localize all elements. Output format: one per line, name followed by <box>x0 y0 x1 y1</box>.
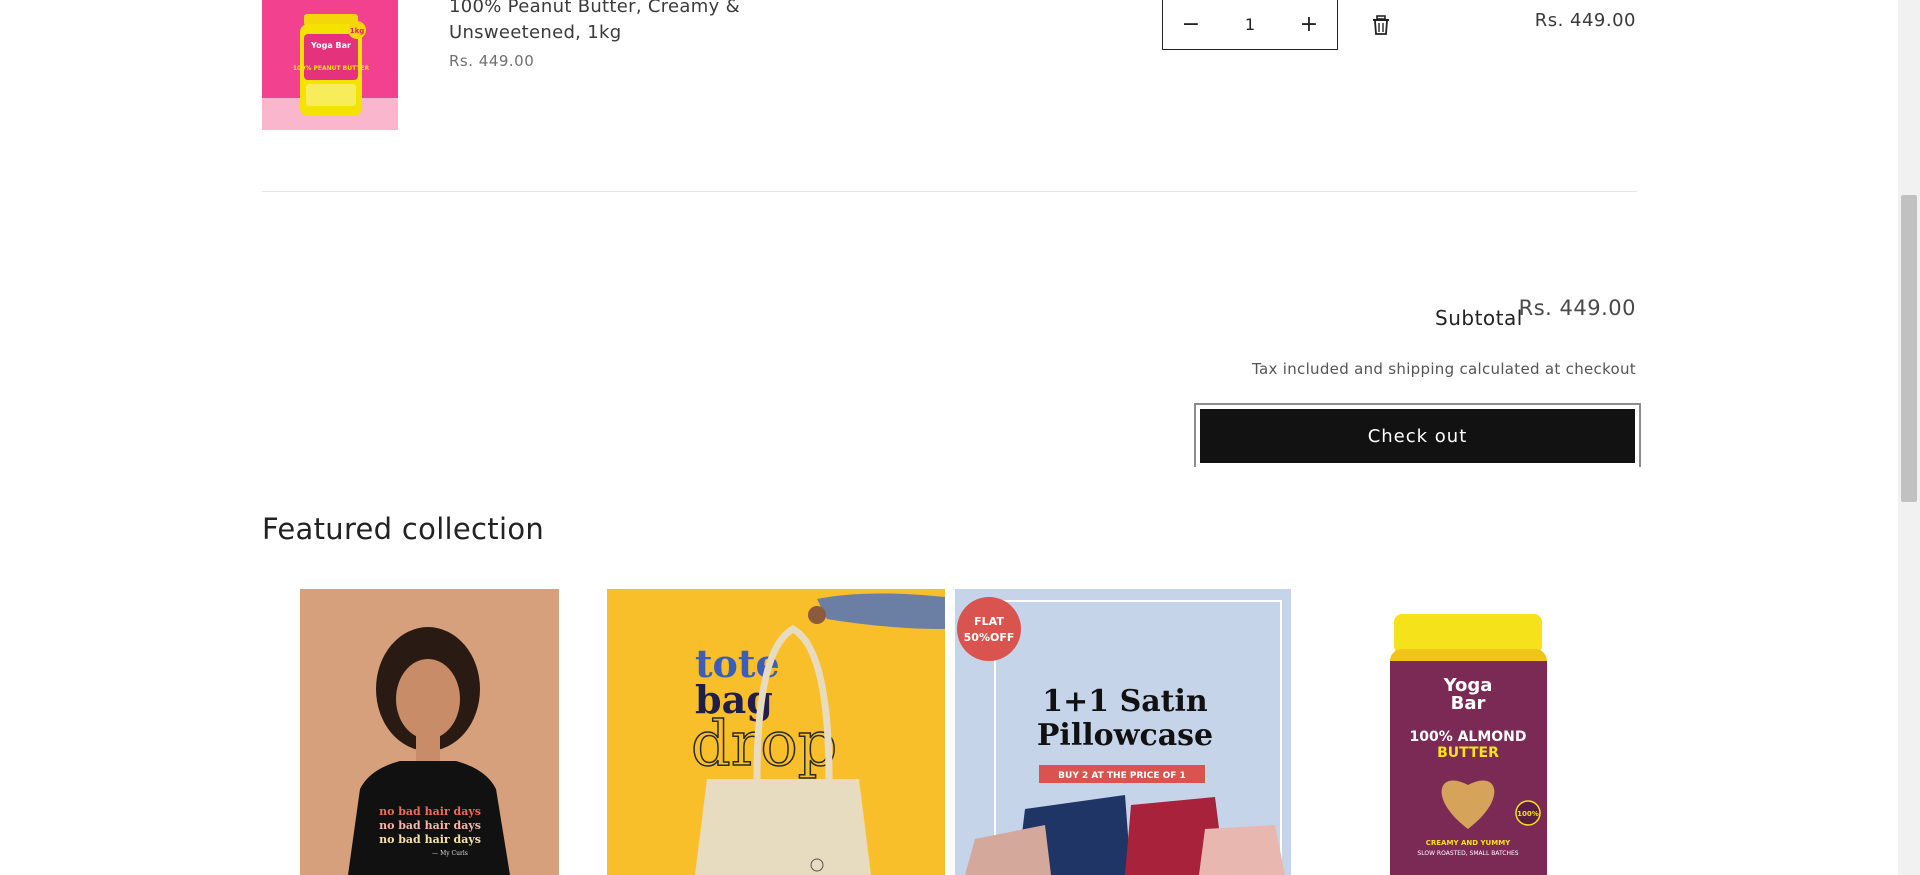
line-item-total: Rs. 449.00 <box>1534 10 1636 31</box>
svg-text:1+1 Satin: 1+1 Satin <box>1042 684 1208 719</box>
scrollbar-thumb[interactable] <box>1901 195 1917 502</box>
svg-text:no bad hair days: no bad hair days <box>379 833 481 846</box>
peanut-butter-jar-image: Yoga Bar 100% PEANUT BUTTER 1kg <box>262 0 398 130</box>
svg-text:100% ALMOND: 100% ALMOND <box>1409 729 1526 745</box>
product-card-tshirt[interactable]: no bad hair days no bad hair days no bad… <box>300 589 559 875</box>
svg-text:— My Curls: — My Curls <box>432 850 468 857</box>
product-card-almond-butter[interactable]: Yoga Bar 100% ALMOND BUTTER CREAMY AND Y… <box>1388 589 1549 875</box>
subtotal-label: Subtotal <box>1435 306 1523 330</box>
tote-bag-image: tote bag drop <box>607 589 945 875</box>
svg-text:BUTTER: BUTTER <box>1437 745 1499 761</box>
svg-text:no bad hair days: no bad hair days <box>379 819 481 832</box>
product-card-tote-bag[interactable]: tote bag drop <box>607 589 945 875</box>
product-card-satin-pillowcase[interactable]: FLAT 50%OFF 1+1 Satin Pillowcase BUY 2 A… <box>955 589 1291 875</box>
svg-text:50%OFF: 50%OFF <box>964 631 1015 644</box>
svg-text:CREAMY AND YUMMY: CREAMY AND YUMMY <box>1426 839 1511 847</box>
svg-text:drop: drop <box>691 707 837 780</box>
checkout-focus-ring: Check out <box>1194 403 1641 467</box>
cart-divider <box>262 191 1637 192</box>
product-title-link[interactable]: 100% Peanut Butter, Creamy & Unsweetened… <box>449 0 779 46</box>
remove-item-button[interactable] <box>1370 14 1392 36</box>
checkout-button[interactable]: Check out <box>1200 409 1635 463</box>
svg-text:FLAT: FLAT <box>974 615 1004 628</box>
svg-text:Bar: Bar <box>1451 693 1486 714</box>
product-thumbnail[interactable]: Yoga Bar 100% PEANUT BUTTER 1kg <box>262 0 398 130</box>
featured-collection-heading: Featured collection <box>262 512 545 546</box>
tax-shipping-note: Tax included and shipping calculated at … <box>1252 360 1636 378</box>
svg-text:100% PEANUT BUTTER: 100% PEANUT BUTTER <box>293 65 370 72</box>
svg-text:Pillowcase: Pillowcase <box>1037 718 1213 753</box>
vertical-scrollbar[interactable] <box>1898 0 1920 875</box>
svg-text:1kg: 1kg <box>350 27 365 35</box>
product-unit-price: Rs. 449.00 <box>449 52 535 70</box>
svg-text:BUY 2 AT THE PRICE OF 1: BUY 2 AT THE PRICE OF 1 <box>1058 771 1186 781</box>
svg-text:Yoga Bar: Yoga Bar <box>310 41 351 50</box>
trash-icon <box>1373 15 1389 35</box>
svg-text:no bad hair days: no bad hair days <box>379 805 481 818</box>
quantity-input[interactable]: 1 <box>1245 15 1255 34</box>
cart-page: Yoga Bar 100% PEANUT BUTTER 1kg 100% Pea… <box>0 0 1898 875</box>
decrease-quantity-button[interactable]: − <box>1163 0 1219 49</box>
quantity-stepper: − 1 + <box>1162 0 1338 50</box>
increase-quantity-button[interactable]: + <box>1281 0 1337 49</box>
svg-text:SLOW ROASTED, SMALL BATCHES: SLOW ROASTED, SMALL BATCHES <box>1417 850 1518 857</box>
tshirt-model-image: no bad hair days no bad hair days no bad… <box>300 589 559 875</box>
almond-butter-jar-image: Yoga Bar 100% ALMOND BUTTER CREAMY AND Y… <box>1388 589 1549 875</box>
subtotal-value: Rs. 449.00 <box>1518 296 1636 320</box>
svg-text:100%: 100% <box>1517 810 1539 818</box>
satin-pillowcase-image: FLAT 50%OFF 1+1 Satin Pillowcase BUY 2 A… <box>955 589 1291 875</box>
